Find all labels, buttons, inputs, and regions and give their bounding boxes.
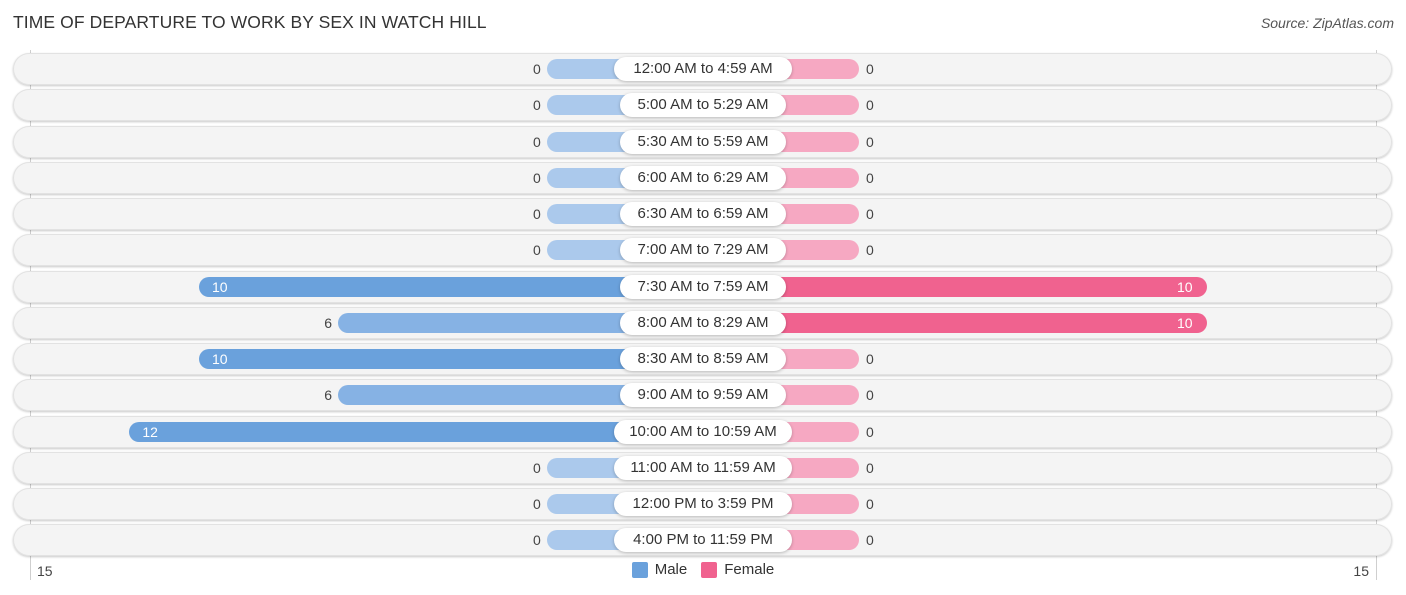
value-label-male: 6	[324, 314, 332, 331]
value-label-female: 0	[866, 423, 874, 440]
category-label: 11:00 AM to 11:59 AM	[614, 455, 792, 480]
value-label-female: 0	[866, 97, 874, 114]
value-label-female: 0	[866, 351, 874, 367]
legend-swatch-female	[701, 561, 718, 578]
value-label-female: 0	[866, 387, 874, 404]
legend: Male Female	[0, 561, 1406, 578]
value-label-male: 0	[533, 242, 541, 259]
legend-item-male[interactable]: Male	[631, 561, 688, 578]
value-label-female: 0	[866, 459, 874, 476]
value-label-female: 0	[866, 206, 874, 222]
category-label: 12:00 PM to 3:59 PM	[614, 492, 792, 516]
value-label-male: 6	[324, 387, 332, 404]
category-label: 10:00 AM to 10:59 AM	[614, 419, 792, 444]
value-label-female: 0	[866, 242, 874, 259]
value-label-male: 10	[212, 351, 228, 367]
value-label-female: 0	[866, 169, 874, 186]
category-label: 7:30 AM to 7:59 AM	[620, 274, 786, 299]
value-label-female: 10	[1177, 278, 1193, 295]
value-label-female: 10	[1177, 314, 1193, 331]
category-label: 8:00 AM to 8:29 AM	[620, 310, 786, 335]
value-label-male: 0	[533, 532, 541, 549]
value-label-male: 0	[533, 133, 541, 150]
value-label-male: 0	[533, 61, 541, 77]
value-label-male: 0	[533, 97, 541, 114]
value-label-male: 0	[533, 169, 541, 186]
value-label-male: 12	[142, 423, 158, 440]
legend-item-female[interactable]: Female	[701, 561, 774, 578]
value-label-female: 0	[866, 133, 874, 150]
category-label: 7:00 AM to 7:29 AM	[620, 238, 786, 263]
value-label-female: 0	[866, 532, 874, 549]
value-label-male: 0	[533, 459, 541, 476]
category-label: 5:00 AM to 5:29 AM	[620, 93, 786, 118]
category-label: 6:30 AM to 6:59 AM	[620, 202, 786, 226]
category-label: 6:00 AM to 6:29 AM	[620, 165, 786, 190]
legend-label-female: Female	[724, 561, 775, 578]
category-label: 4:00 PM to 11:59 PM	[614, 528, 792, 553]
value-label-male: 0	[533, 206, 541, 222]
category-label: 12:00 AM to 4:59 AM	[614, 57, 792, 81]
value-label-male: 0	[533, 496, 541, 512]
chart-area: 0 0 12:00 AM to 4:59 AM 0 0 5:00 AM to 5:29 A…	[0, 0, 1406, 595]
category-label: 8:30 AM to 8:59 AM	[620, 347, 786, 371]
value-label-female: 0	[866, 61, 874, 77]
legend-label-male: Male	[654, 561, 688, 578]
legend-swatch-male	[631, 561, 648, 578]
value-label-male: 10	[212, 278, 228, 295]
category-label: 5:30 AM to 5:59 AM	[620, 129, 786, 154]
category-label: 9:00 AM to 9:59 AM	[620, 383, 786, 408]
value-label-female: 0	[866, 496, 874, 512]
